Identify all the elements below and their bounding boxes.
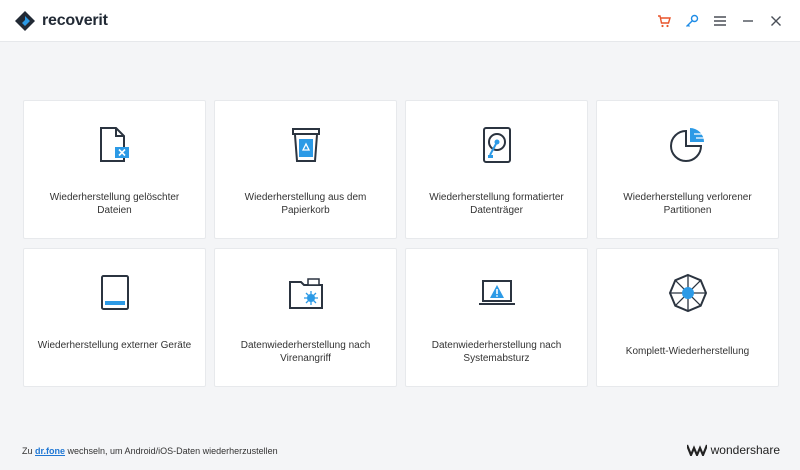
minimize-button[interactable] — [734, 11, 762, 31]
window-controls — [650, 11, 790, 31]
minimize-icon — [743, 20, 753, 22]
hard-drive-icon — [482, 127, 511, 163]
cart-icon — [658, 15, 671, 28]
brand-name: wondershare — [710, 443, 780, 457]
card-lost-partitions[interactable]: Wiederherstellung verlorener Partitionen — [596, 100, 779, 239]
card-label: Wiederherstellung verlorener Partitionen — [623, 192, 752, 216]
app-title: recoverit — [42, 12, 108, 29]
card-label: Datenwiederherstellung nach Systemabstur… — [431, 340, 562, 364]
crashed-laptop-icon — [478, 280, 515, 305]
recoverit-logo-icon — [15, 11, 35, 31]
card-label: Wiederherstellung gelöschter Dateien — [49, 192, 180, 216]
card-external-devices[interactable]: Wiederherstellung externer Geräte — [23, 248, 206, 387]
card-label: Komplett-Wiederherstellung — [625, 346, 750, 357]
close-button[interactable] — [762, 11, 790, 31]
card-virus-attack[interactable]: Datenwiederherstellung nach Virenangriff — [214, 248, 397, 387]
card-formatted-drive[interactable]: Wiederherstellung formatierter Datenträg… — [405, 100, 588, 239]
card-label: Datenwiederherstellung nach Virenangriff — [240, 340, 371, 364]
footer-message: Zu dr.fone wechseln, um Android/iOS-Date… — [22, 446, 278, 456]
card-system-crash[interactable]: Datenwiederherstellung nach Systemabstur… — [405, 248, 588, 387]
dr-fone-link[interactable]: dr.fone — [35, 446, 65, 456]
card-recycle-bin[interactable]: Wiederherstellung aus dem Papierkorb — [214, 100, 397, 239]
wondershare-brand: wondershare — [686, 442, 780, 458]
card-deleted-files[interactable]: Wiederherstellung gelöschter Dateien — [23, 100, 206, 239]
close-icon — [771, 16, 781, 26]
menu-button[interactable] — [706, 11, 734, 31]
title-bar: recoverit — [0, 0, 800, 42]
wondershare-logo-icon — [686, 444, 707, 456]
card-label: Wiederherstellung formatierter Datenträg… — [429, 192, 564, 216]
menu-icon — [714, 16, 726, 26]
external-drive-icon — [100, 275, 129, 310]
key-icon — [686, 14, 699, 27]
partition-icon — [669, 128, 704, 162]
card-label: Wiederherstellung aus dem Papierkorb — [244, 192, 367, 216]
all-round-icon — [668, 273, 707, 313]
cart-button[interactable] — [650, 11, 678, 31]
card-label: Wiederherstellung externer Geräte — [37, 340, 192, 351]
recycle-bin-icon — [291, 128, 320, 162]
virus-folder-icon — [288, 278, 323, 309]
card-complete-recovery[interactable]: Komplett-Wiederherstellung — [596, 248, 779, 387]
deleted-file-icon — [99, 127, 129, 162]
register-button[interactable] — [678, 11, 706, 31]
app-logo: recoverit — [14, 10, 108, 32]
